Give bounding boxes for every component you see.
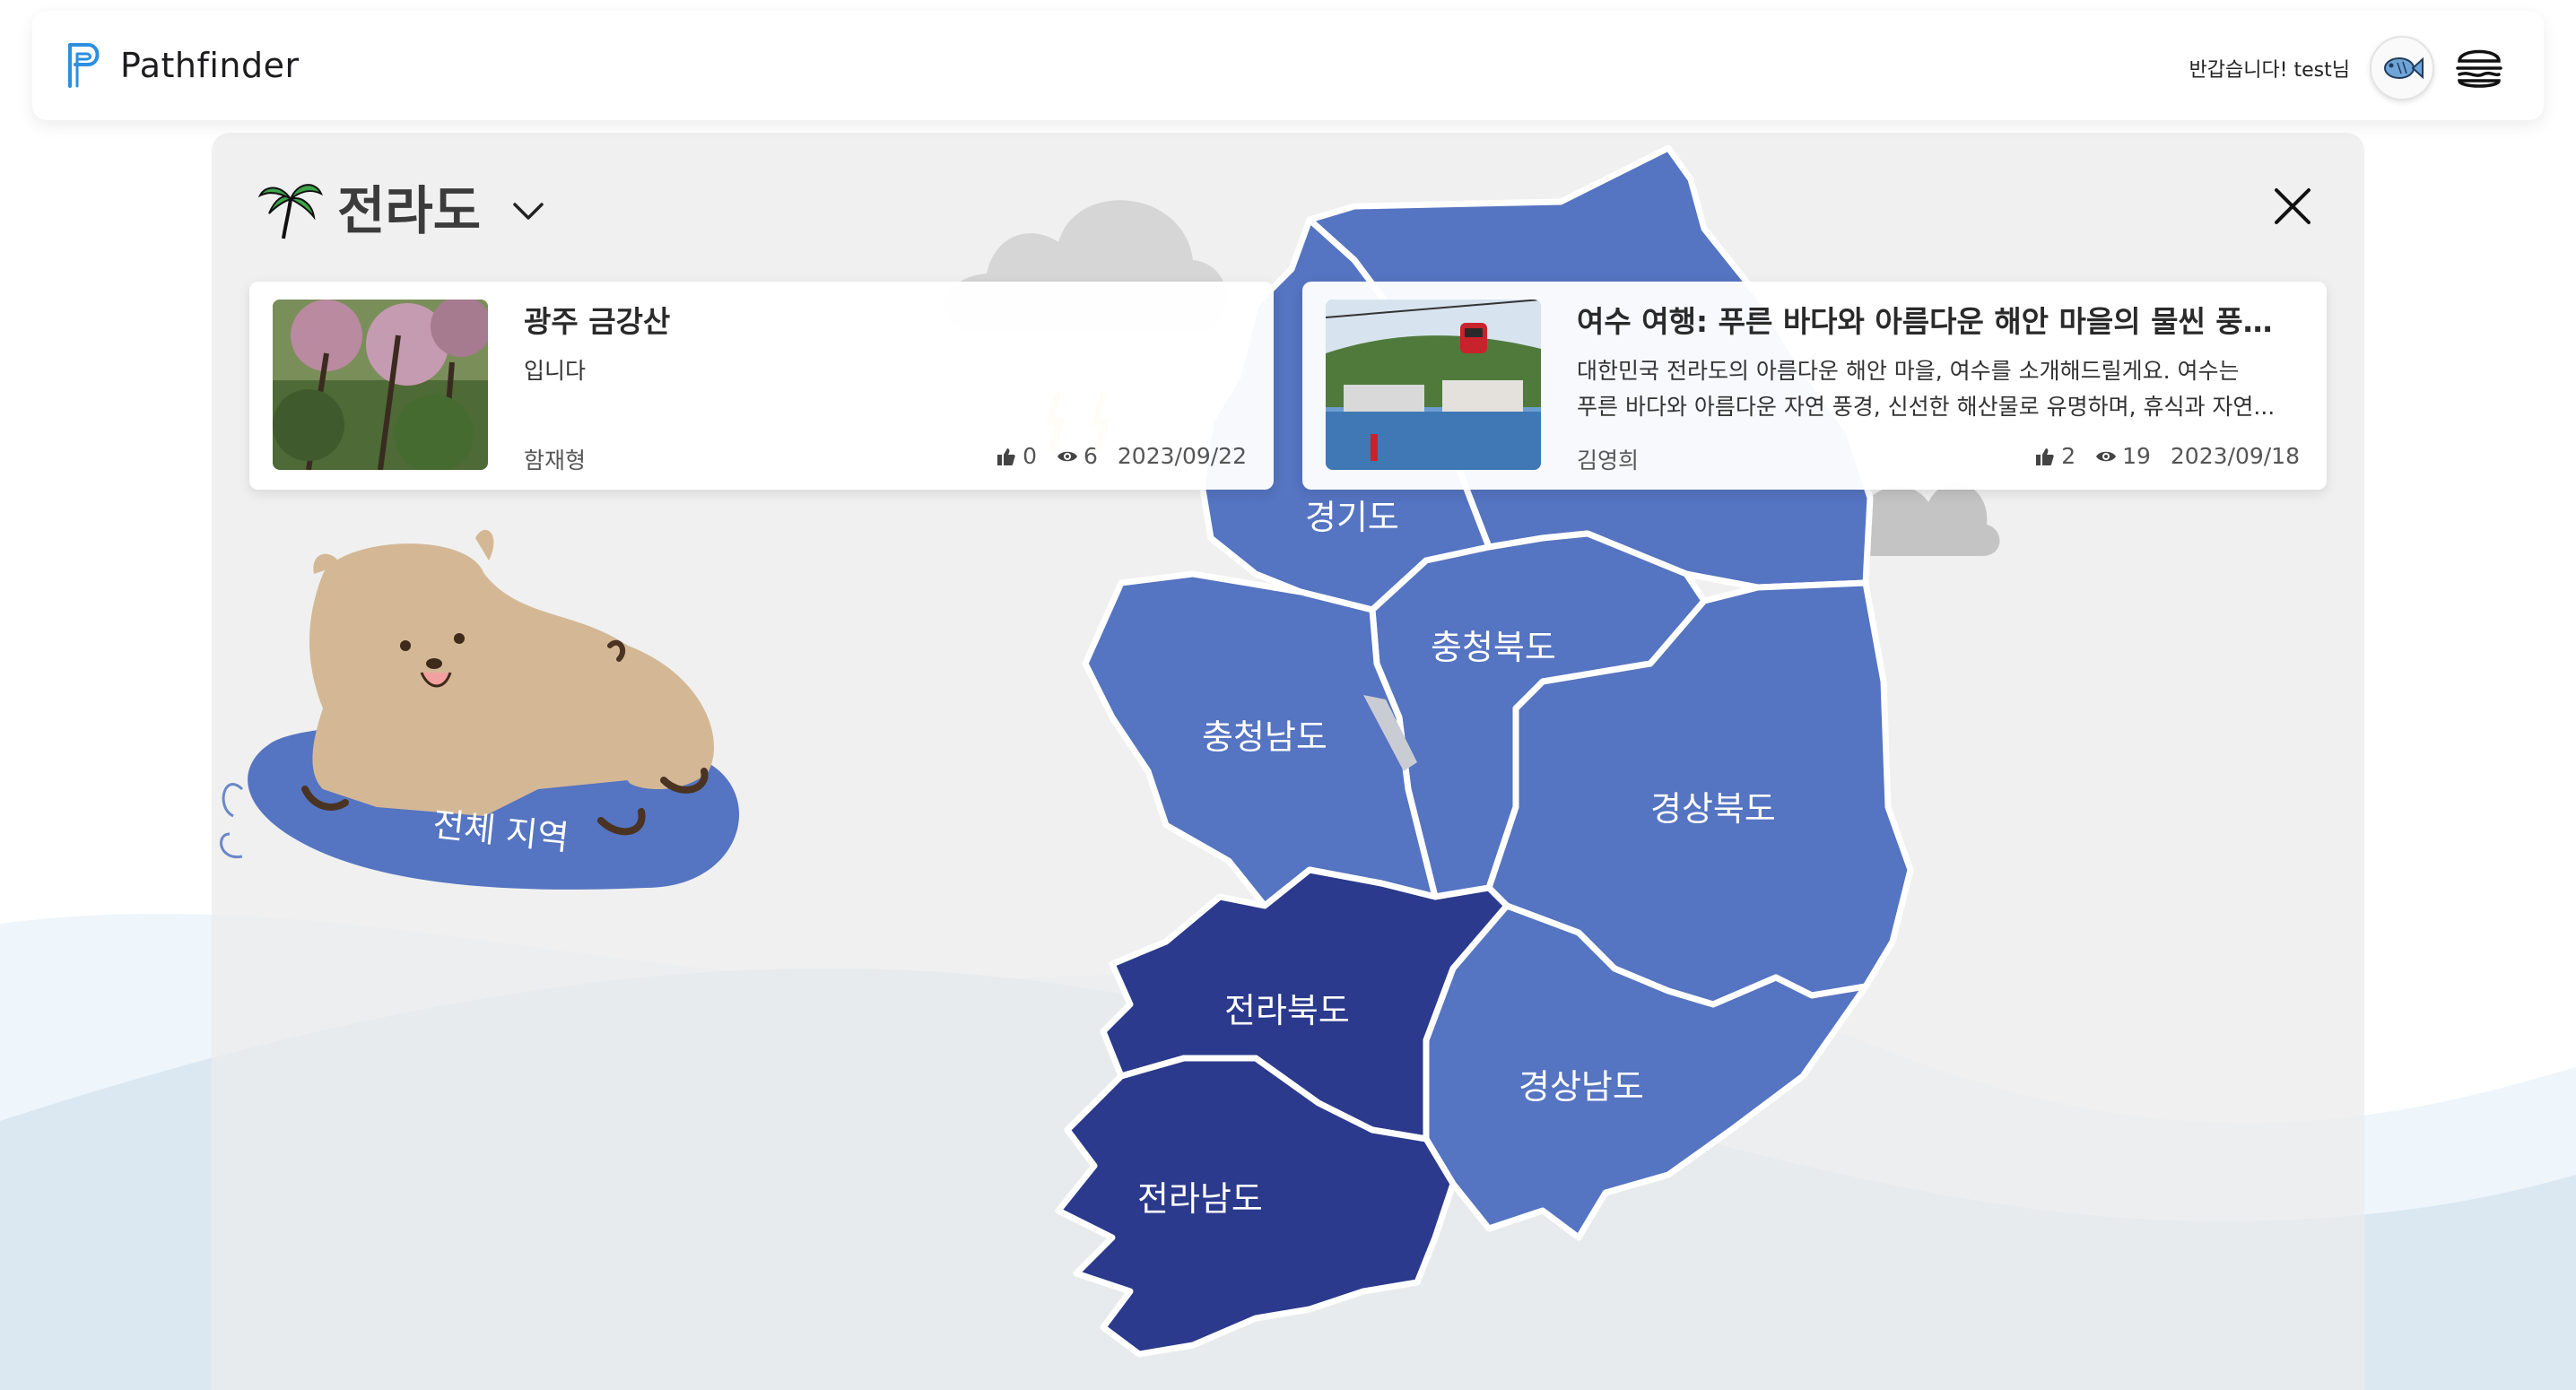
post-excerpt-line: 입니다 — [524, 358, 587, 384]
user-greeting: 반갑습니다! test님 — [2189, 59, 2350, 82]
eye-icon — [2096, 451, 2117, 461]
post-author: 함재형 — [524, 447, 587, 473]
post-views: 19 — [2122, 443, 2151, 469]
post-card[interactable]: 광주 금강산 입니다 함재형 0 6 2023/09/22 — [249, 282, 1274, 490]
post-likes: 2 — [2061, 443, 2076, 469]
top-navbar: Pathfinder 반갑습니다! test님 — [32, 11, 2544, 120]
post-date: 2023/09/22 — [1117, 443, 1247, 469]
post-excerpt: 입니다 — [524, 353, 1243, 427]
pathfinder-logo-icon — [68, 43, 100, 88]
map-label-jeonnam: 전라남도 — [1137, 1179, 1263, 1219]
fish-icon — [2384, 56, 2424, 80]
post-excerpt: 대한민국 전라도의 아름다운 해안 마을, 여수를 소개해드릴게요. 여수는 푸… — [1577, 353, 2296, 427]
post-views: 6 — [1083, 443, 1098, 469]
region-title: 전라도 — [337, 180, 482, 241]
map-label-gyeongnam: 경상남도 — [1519, 1067, 1644, 1107]
map-label-chungnam: 충청남도 — [1202, 717, 1327, 757]
logo[interactable]: Pathfinder — [65, 41, 300, 90]
all-regions-button[interactable]: 전체 지역 — [212, 520, 768, 897]
post-thumbnail — [273, 300, 488, 470]
post-excerpt-line: 대한민국 전라도의 아름다운 해안 마을, 여수를 소개해드릴게요. 여수는 — [1577, 358, 2240, 384]
post-meta: 0 6 2023/09/22 — [996, 443, 1247, 469]
palm-tree-icon — [257, 184, 323, 239]
eye-icon — [1057, 451, 1077, 461]
post-card[interactable]: 여수 여행: 푸른 바다와 아름다운 해안 마을의 물씬 풍기... 대한민국 … — [1302, 282, 2327, 490]
post-excerpt-line: 푸른 바다와 아름다운 자연 풍경, 신선한 해산물로 유명하며, 휴식과 자연… — [1577, 394, 2276, 420]
post-likes: 0 — [1023, 443, 1037, 469]
map-label-jeonbuk: 전라북도 — [1224, 991, 1350, 1030]
post-author: 김영희 — [1577, 447, 1640, 473]
post-title: 광주 금강산 — [524, 304, 671, 339]
burger-menu-icon[interactable] — [2452, 41, 2506, 95]
close-icon[interactable] — [2269, 183, 2316, 230]
post-title: 여수 여행: 푸른 바다와 아름다운 해안 마을의 물씬 풍기... — [1577, 304, 2291, 339]
map-label-gyeongbuk: 경상북도 — [1650, 789, 1776, 829]
chevron-down-icon[interactable] — [508, 190, 549, 231]
map-label-chungbuk: 충청북도 — [1431, 628, 1556, 667]
map-label-gyeonggi: 경기도 — [1305, 498, 1399, 537]
app-name: Pathfinder — [120, 46, 300, 85]
post-date: 2023/09/18 — [2170, 443, 2300, 469]
thumbs-up-icon — [2036, 447, 2054, 465]
post-thumbnail — [1326, 300, 1541, 470]
avatar[interactable] — [2370, 36, 2434, 100]
thumbs-up-icon — [997, 447, 1015, 465]
region-selector[interactable]: 전라도 — [257, 169, 549, 244]
post-meta: 2 19 2023/09/18 — [2034, 443, 2300, 469]
